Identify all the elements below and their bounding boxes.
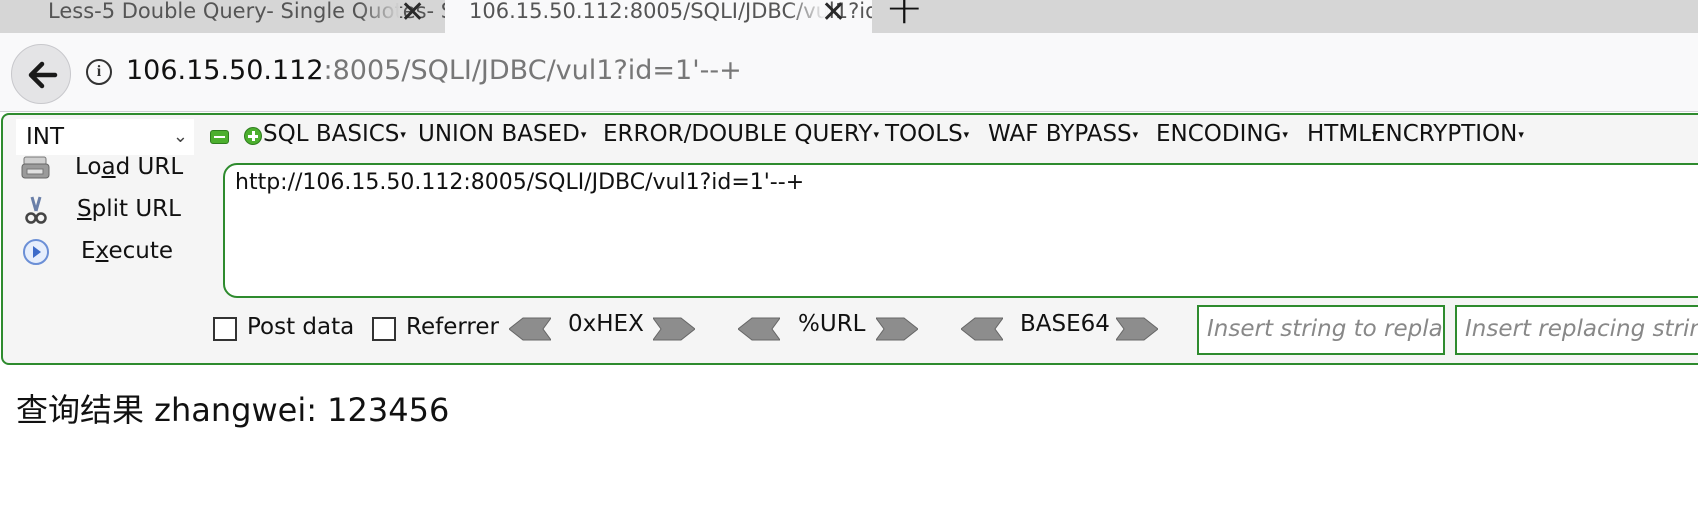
site-info-icon[interactable]: i: [86, 59, 112, 85]
tab-strip: Less-5 Double Query- Single Quotes- Stri…: [0, 0, 1698, 33]
hackbar-options-row: Post data Referrer 0xHEX %URL BASE64 Ins…: [3, 305, 1698, 355]
referrer-label: Referrer: [406, 314, 499, 340]
base64-label: BASE64: [1020, 311, 1110, 337]
caret-down-icon: ▾: [963, 128, 970, 141]
menu-encryption[interactable]: ENCRYPTION▾: [1371, 121, 1524, 147]
load-url-icon: [21, 156, 50, 179]
base64-encode-arrow-icon[interactable]: [1116, 317, 1158, 341]
type-select[interactable]: INT ⌄: [16, 119, 194, 155]
url-path: :8005/SQLI/JDBC/vul1?id=1'--+: [323, 55, 742, 86]
base64-decode-arrow-icon[interactable]: [961, 317, 1003, 341]
menu-error-double-query[interactable]: ERROR/DOUBLE QUERY▾: [603, 121, 879, 147]
replacing-string-input[interactable]: Insert replacing string: [1455, 305, 1698, 355]
tab-active[interactable]: 106.15.50.112:8005/SQLI/JDBC/vul1?id=1'-…: [445, 0, 872, 33]
caret-down-icon: ▾: [1132, 128, 1139, 141]
referrer-checkbox[interactable]: [372, 317, 396, 341]
url-host: 106.15.50.112: [126, 55, 324, 86]
url-encode-arrow-icon[interactable]: [876, 317, 918, 341]
menu-waf-bypass[interactable]: WAF BYPASS▾: [988, 121, 1138, 147]
menu-sql-basics[interactable]: SQL BASICS▾: [263, 121, 406, 147]
navigation-bar: i 106.15.50.112:8005/SQLI/JDBC/vul1?id=1…: [0, 33, 1698, 112]
post-data-checkbox[interactable]: [213, 317, 237, 341]
hackbar-panel: INT ⌄ SQL BASICS▾ UNION BASED▾ ERROR/DOU…: [1, 113, 1698, 365]
tab-less5[interactable]: Less-5 Double Query- Single Quotes- Stri…: [0, 0, 445, 33]
scissors-icon: [25, 196, 47, 224]
new-tab-plus-icon[interactable]: +: [885, 0, 924, 30]
address-bar[interactable]: 106.15.50.112:8005/SQLI/JDBC/vul1?id=1'-…: [126, 55, 742, 86]
hackbar-url-value: http://106.15.50.112:8005/SQLI/JDBC/vul1…: [235, 170, 805, 195]
back-button[interactable]: [11, 44, 71, 104]
post-data-label: Post data: [247, 314, 355, 340]
caret-down-icon: ▾: [1282, 128, 1288, 141]
load-url-button[interactable]: Load URL: [17, 151, 195, 189]
close-tab-icon[interactable]: ✕: [821, 0, 846, 28]
menu-encoding[interactable]: ENCODING▾: [1156, 121, 1288, 147]
hackbar-url-textarea[interactable]: http://106.15.50.112:8005/SQLI/JDBC/vul1…: [223, 163, 1698, 298]
caret-down-icon: ▾: [873, 128, 879, 141]
menu-union-based[interactable]: UNION BASED▾: [418, 121, 586, 147]
url-decode-arrow-icon[interactable]: [738, 317, 780, 341]
caret-down-icon: ▾: [400, 128, 406, 141]
menu-tools[interactable]: TOOLS▾: [885, 121, 969, 147]
menu-html[interactable]: HTML▾: [1307, 121, 1378, 147]
chevron-down-icon: ⌄: [172, 126, 188, 147]
type-select-value: INT: [26, 124, 65, 150]
back-arrow-icon: [28, 61, 58, 89]
hex-encode-arrow-icon[interactable]: [653, 317, 695, 341]
plus-icon[interactable]: [244, 127, 262, 145]
close-tab-icon[interactable]: ✕: [400, 0, 425, 28]
replace-string-input[interactable]: Insert string to replace: [1197, 305, 1445, 355]
caret-down-icon: ▾: [1518, 128, 1524, 141]
hex-label: 0xHEX: [568, 311, 644, 337]
caret-down-icon: ▾: [580, 128, 587, 141]
hex-decode-arrow-icon[interactable]: [509, 317, 551, 341]
play-icon: [23, 239, 49, 265]
url-encode-label: %URL: [798, 311, 866, 337]
execute-button[interactable]: Execute: [17, 235, 195, 273]
split-url-button[interactable]: Split URL: [17, 193, 195, 231]
minus-icon[interactable]: [210, 130, 229, 144]
query-result-text: 查询结果 zhangwei: 123456: [16, 391, 450, 429]
